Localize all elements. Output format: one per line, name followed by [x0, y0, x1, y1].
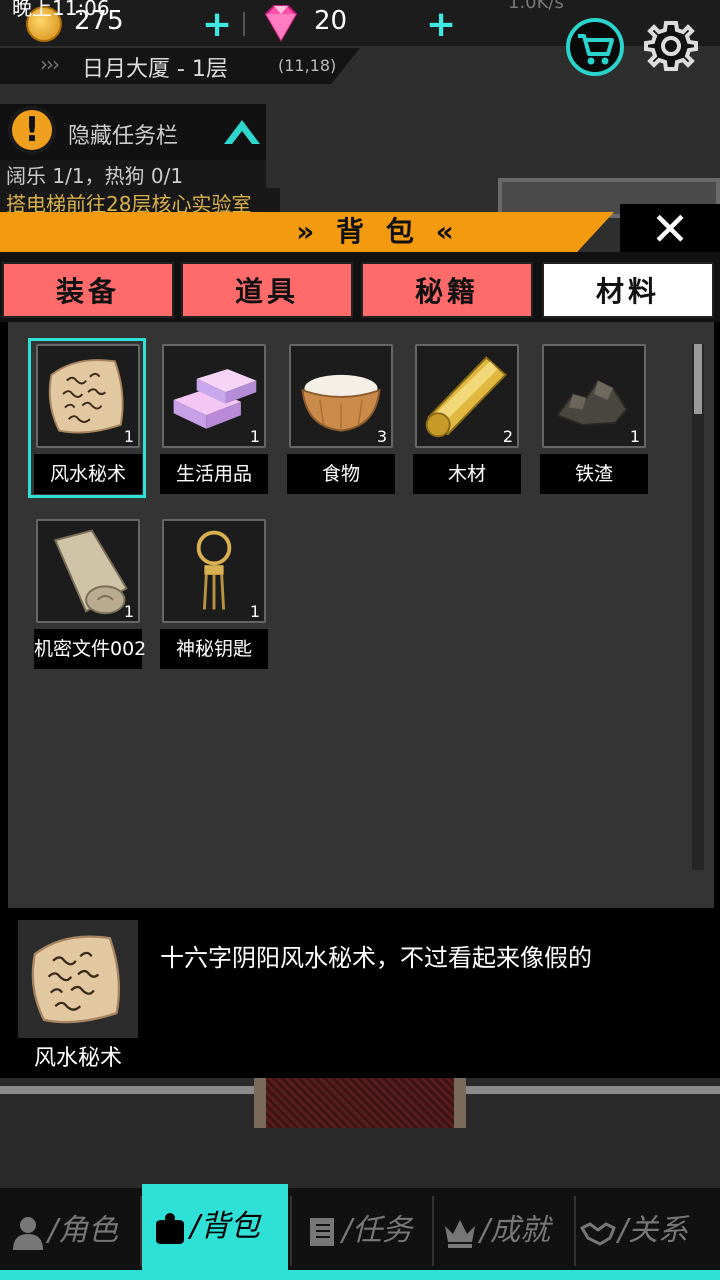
- item-slot[interactable]: 3 食物: [287, 342, 395, 494]
- item-name: 生活用品: [160, 454, 268, 494]
- item-slot[interactable]: 1 神秘钥匙: [160, 517, 268, 669]
- nav-relations[interactable]: /关系: [576, 1192, 720, 1270]
- nav-bag[interactable]: /背包: [142, 1184, 288, 1270]
- item-icon-frame: 1: [162, 344, 266, 448]
- item-name: 风水秘术: [34, 454, 142, 494]
- nav-label: /成就: [480, 1213, 551, 1248]
- scene-rug: [254, 1078, 466, 1128]
- nav-label: /关系: [618, 1213, 689, 1248]
- task-objective-line: 搭电梯前往28层核心实验室: [0, 188, 280, 212]
- location-coords: (11,18): [278, 56, 337, 75]
- bag-title: » 背 包 «: [296, 215, 460, 248]
- status-time: 晚上11:06: [12, 0, 110, 20]
- nav-tasks[interactable]: /任务: [294, 1192, 430, 1270]
- item-count: 2: [502, 427, 513, 446]
- item-count: 1: [249, 427, 260, 446]
- item-count: 1: [249, 602, 260, 621]
- item-slot[interactable]: 1 生活用品: [160, 342, 268, 494]
- shop-cart-button[interactable]: [566, 18, 624, 76]
- tab-materials[interactable]: 材料: [542, 262, 714, 318]
- item-slot[interactable]: 1 风水秘术: [28, 338, 146, 498]
- item-count: 3: [376, 427, 387, 446]
- item-icon-frame: 3: [289, 344, 393, 448]
- scroll-parchment-icon: [31, 935, 120, 1024]
- nav-divider: [290, 1196, 292, 1266]
- item-grid-scroll-thumb[interactable]: [694, 344, 702, 414]
- item-name: 铁渣: [540, 454, 648, 494]
- nav-label: /任务: [342, 1213, 413, 1248]
- hide-task-bar-label: 隐藏任务栏: [68, 124, 179, 149]
- nav-label: /背包: [190, 1209, 261, 1244]
- tab-secret-books[interactable]: 秘籍: [361, 262, 533, 318]
- item-icon-frame: 1: [542, 344, 646, 448]
- task-bar: ! 隐藏任务栏: [0, 104, 266, 160]
- person-icon: [13, 1216, 43, 1250]
- location-bar: ››› 日月大厦 - 1层 (11,18): [0, 48, 360, 84]
- task-progress-line: 阔乐 1/1，热狗 0/1: [0, 160, 266, 188]
- nav-label: /角色: [48, 1213, 119, 1248]
- system-status-bar: 晚上11:06 1.0K/s: [0, 0, 720, 20]
- task-alert-icon: !: [8, 106, 56, 154]
- item-grid-scrollbar[interactable]: [692, 344, 704, 870]
- detail-item-description: 十六字阴阳风水秘术，不过看起来像假的: [160, 944, 592, 972]
- item-name: 木材: [413, 454, 521, 494]
- item-icon-frame: 1: [36, 344, 140, 448]
- handshake-icon: [580, 1222, 616, 1245]
- detail-item-name: 风水秘术: [33, 1046, 122, 1071]
- item-count: 1: [123, 602, 134, 621]
- crown-icon: [445, 1219, 475, 1248]
- nav-character[interactable]: /角色: [0, 1192, 140, 1270]
- item-name: 神秘钥匙: [160, 629, 268, 669]
- bag-icon: [156, 1212, 184, 1244]
- item-slot[interactable]: 2 木材: [413, 342, 521, 494]
- bottom-nav-accent: [0, 1270, 720, 1280]
- item-icon-frame: 1: [36, 519, 140, 623]
- detail-item-thumbnail: [18, 920, 138, 1038]
- hud-divider: [243, 12, 245, 36]
- gear-icon: [644, 21, 698, 71]
- add-gems-button[interactable]: +: [426, 7, 456, 43]
- cart-icon: [578, 34, 614, 65]
- nav-achievements[interactable]: /成就: [434, 1192, 574, 1270]
- add-coins-button[interactable]: +: [202, 7, 232, 43]
- location-name: 日月大厦 - 1层: [82, 57, 228, 82]
- item-slot[interactable]: 1 机密文件002: [34, 517, 146, 669]
- book-icon: [310, 1217, 334, 1246]
- item-name: 食物: [287, 454, 395, 494]
- item-slot[interactable]: 1 铁渣: [540, 342, 648, 494]
- location-arrows-icon: ›››: [40, 52, 60, 76]
- collapse-chevron-icon[interactable]: [222, 114, 262, 150]
- item-count: 1: [123, 427, 134, 446]
- tab-equipment[interactable]: 装备: [2, 262, 174, 318]
- item-count: 1: [629, 427, 640, 446]
- item-name: 机密文件002: [34, 629, 146, 669]
- settings-button[interactable]: [642, 18, 700, 76]
- tab-props[interactable]: 道具: [181, 262, 353, 318]
- item-icon-frame: 1: [162, 519, 266, 623]
- item-icon-frame: 2: [415, 344, 519, 448]
- status-net-speed: 1.0K/s: [508, 0, 564, 13]
